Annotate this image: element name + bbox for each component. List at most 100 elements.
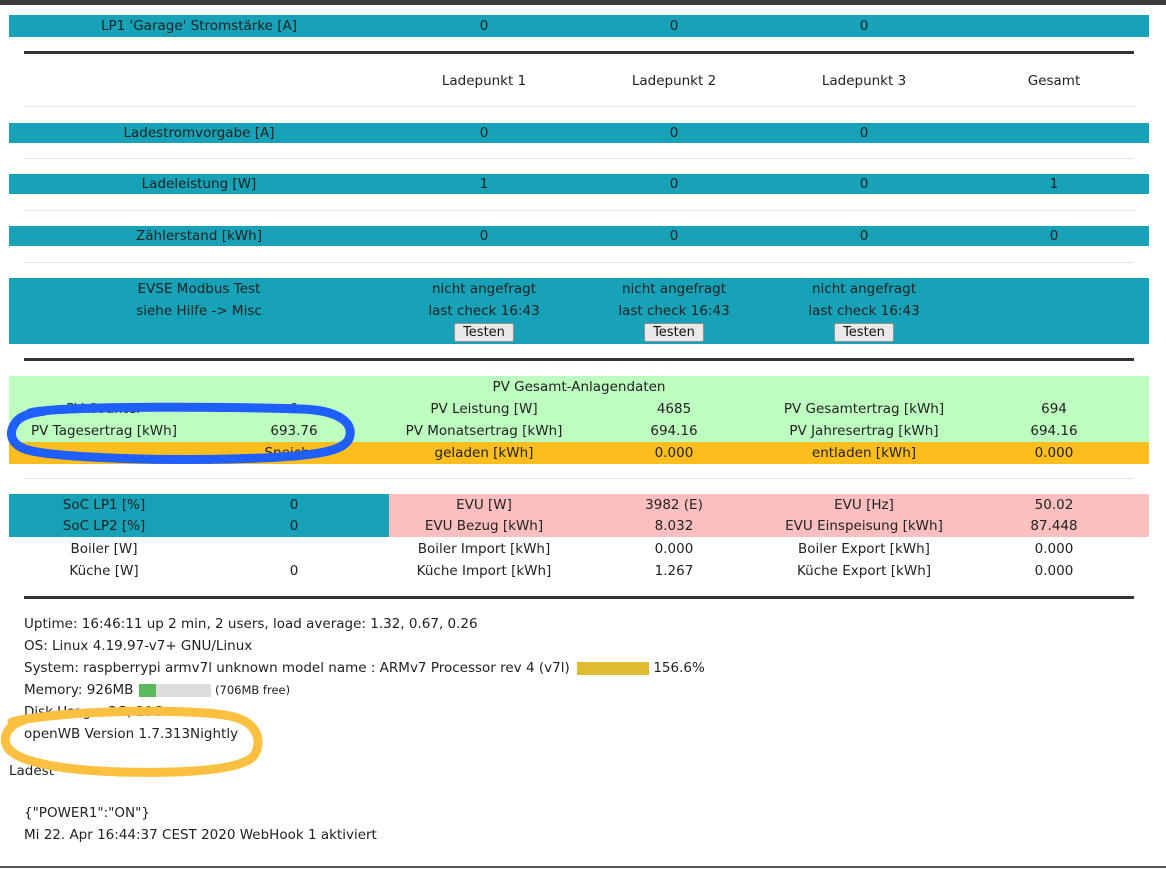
evse-test-button-1[interactable]: Testen: [454, 323, 514, 342]
zaehler-total: 0: [1049, 228, 1059, 244]
zaehler-value-3: 0: [859, 228, 869, 244]
evu-einspeisung-label: EVU Einspeisung [kWh]: [785, 518, 943, 534]
row-separator: [24, 106, 1134, 107]
evse-test-button-3[interactable]: Testen: [834, 323, 894, 342]
header-ladepunkt-1: Ladepunkt 1: [441, 73, 527, 89]
lp1-current-value-3: 0: [859, 18, 869, 34]
evu-einspeisung-value: 87.448: [1030, 518, 1078, 534]
pv-monat-label: PV Monatsertrag [kWh]: [405, 423, 563, 439]
ladestrom-value-3: 0: [859, 125, 869, 141]
lp1-current-value-1: 0: [479, 18, 489, 34]
ladeleistung-value-2: 0: [669, 176, 679, 192]
pv-monat-value: 694.16: [650, 423, 698, 439]
top-border: [0, 0, 1166, 5]
ladeleistung-label: Ladeleistung [W]: [141, 176, 257, 192]
evse-status-2: nicht angefragt: [621, 281, 726, 297]
kueche-label: Küche [W]: [69, 563, 139, 579]
evse-label: EVSE Modbus Test: [137, 281, 261, 297]
boiler-row: Boiler [W] Boiler Import [kWh] 0.000 Boi…: [9, 540, 1149, 562]
uptime-line: Uptime: 16:46:11 up 2 min, 2 users, load…: [24, 616, 478, 632]
pv-counter-label: PV Counter: [66, 401, 142, 417]
boiler-import-value: 0.000: [654, 541, 694, 557]
disk-line: Disk Usage: 3G, 29G a...: [24, 704, 189, 720]
evse-last-check-3: last check 16:43: [808, 303, 920, 319]
soc-lp2-label: SoC LP2 [%]: [62, 518, 146, 534]
evse-help-label: siehe Hilfe -> Misc: [136, 303, 262, 319]
ladestrom-row: Ladestromvorgabe [A] 0 0 0: [9, 123, 1149, 143]
memory-bar-fill: [138, 683, 156, 697]
evse-test-button-2[interactable]: Testen: [644, 323, 704, 342]
bottom-border: [0, 866, 1166, 868]
os-line: OS: Linux 4.19.97-v7+ GNU/Linux: [24, 638, 253, 654]
ladepunkt-header-row: Ladepunkt 1 Ladepunkt 2 Ladepunkt 3 Gesa…: [9, 70, 1149, 94]
row-separator: [24, 262, 1134, 263]
redaction-smudge: [55, 762, 165, 780]
soc-lp2-value: 0: [289, 518, 299, 534]
zaehler-row: Zählerstand [kWh] 0 0 0 0: [9, 226, 1149, 246]
pv-summary-block: PV Gesamt-Anlagendaten PV Counter 0 PV L…: [9, 376, 1149, 442]
evse-status-1: nicht angefragt: [431, 281, 536, 297]
pv-leistung-value: 4685: [656, 401, 692, 417]
row-separator: [24, 210, 1134, 211]
webhook-line: Mi 22. Apr 16:44:37 CEST 2020 WebHook 1 …: [24, 827, 377, 843]
pv-counter-value: 0: [289, 401, 299, 417]
pv-leistung-label: PV Leistung [W]: [430, 401, 538, 417]
lp1-current-row: LP1 'Garage' Stromstärke [A] 0 0 0: [9, 15, 1149, 37]
kueche-import-value: 1.267: [654, 563, 694, 579]
evu-hz-value: 50.02: [1034, 497, 1074, 513]
pv-gesamt-value: 694: [1041, 401, 1067, 417]
pv-gesamt-label: PV Gesamtertrag [kWh]: [783, 401, 945, 417]
kueche-export-value: 0.000: [1034, 563, 1074, 579]
ladeleistung-row: Ladeleistung [W] 1 0 0 1: [9, 174, 1149, 194]
ladeleistung-value-3: 0: [859, 176, 869, 192]
kueche-import-label: Küche Import [kWh]: [416, 563, 552, 579]
row-separator: [24, 158, 1134, 159]
speicher-entladen-value: 0.000: [1034, 445, 1074, 461]
evse-last-check-2: last check 16:43: [618, 303, 730, 319]
evse-last-check-1: last check 16:43: [428, 303, 540, 319]
memory-free: (706MB free): [215, 683, 291, 697]
soc-lp1-value: 0: [289, 497, 299, 513]
evu-hz-label: EVU [Hz]: [834, 497, 894, 513]
boiler-export-value: 0.000: [1034, 541, 1074, 557]
kueche-export-label: Küche Export [kWh]: [796, 563, 932, 579]
header-gesamt: Gesamt: [1027, 73, 1081, 89]
zaehler-value-2: 0: [669, 228, 679, 244]
pv-jahres-label: PV Jahresertrag [kWh]: [789, 423, 939, 439]
evu-block: EVU [W] 3982 (E) EVU [Hz] 50.02 EVU Bezu…: [389, 494, 1149, 537]
version-line: openWB Version 1.7.313Nightly: [24, 726, 239, 742]
speicher-geladen-label: geladen [kWh]: [434, 445, 534, 461]
boiler-label: Boiler [W]: [70, 541, 138, 557]
soc-block: SoC LP1 [%] 0 SoC LP2 [%] 0: [9, 494, 389, 537]
boiler-export-label: Boiler Export [kWh]: [798, 541, 930, 557]
speicher-geladen-value: 0.000: [654, 445, 694, 461]
section-divider: [24, 358, 1134, 361]
evu-w-label: EVU [W]: [456, 497, 512, 513]
ladestrom-value-2: 0: [669, 125, 679, 141]
pv-title: PV Gesamt-Anlagendaten: [492, 379, 666, 395]
ladestrom-label: Ladestromvorgabe [A]: [123, 125, 275, 141]
pv-jahres-value: 694.16: [1030, 423, 1078, 439]
header-ladepunkt-2: Ladepunkt 2: [631, 73, 717, 89]
cpu-line: System: raspberrypi armv7l unknown model…: [24, 660, 705, 676]
evu-bezug-label: EVU Bezug [kWh]: [424, 518, 544, 534]
cpu-bar-fill: [577, 661, 650, 675]
zaehler-label: Zählerstand [kWh]: [136, 228, 262, 244]
memory-bar: [138, 683, 211, 697]
kueche-row: Küche [W] 0 Küche Import [kWh] 1.267 Küc…: [9, 562, 1149, 584]
power-line: {"POWER1":"ON"}: [24, 805, 150, 821]
evu-bezug-value: 8.032: [654, 518, 694, 534]
ladestrom-value-1: 0: [479, 125, 489, 141]
evu-w-value: 3982 (E): [645, 497, 703, 513]
evse-status-3: nicht angefragt: [811, 281, 916, 297]
soc-lp1-label: SoC LP1 [%]: [62, 497, 146, 513]
memory-line: Memory: 926MB (706MB free): [24, 682, 290, 698]
ladeleistung-total: 1: [1049, 176, 1059, 192]
speicher-label: Speicher: [264, 445, 324, 461]
memory-text: Memory: 926MB: [24, 682, 134, 698]
kueche-value: 0: [289, 563, 299, 579]
ladeleistung-value-1: 1: [479, 176, 489, 192]
cpu-percent: 156.6%: [653, 660, 705, 676]
lp1-current-value-2: 0: [669, 18, 679, 34]
lp1-current-label: LP1 'Garage' Stromstärke [A]: [100, 18, 298, 34]
